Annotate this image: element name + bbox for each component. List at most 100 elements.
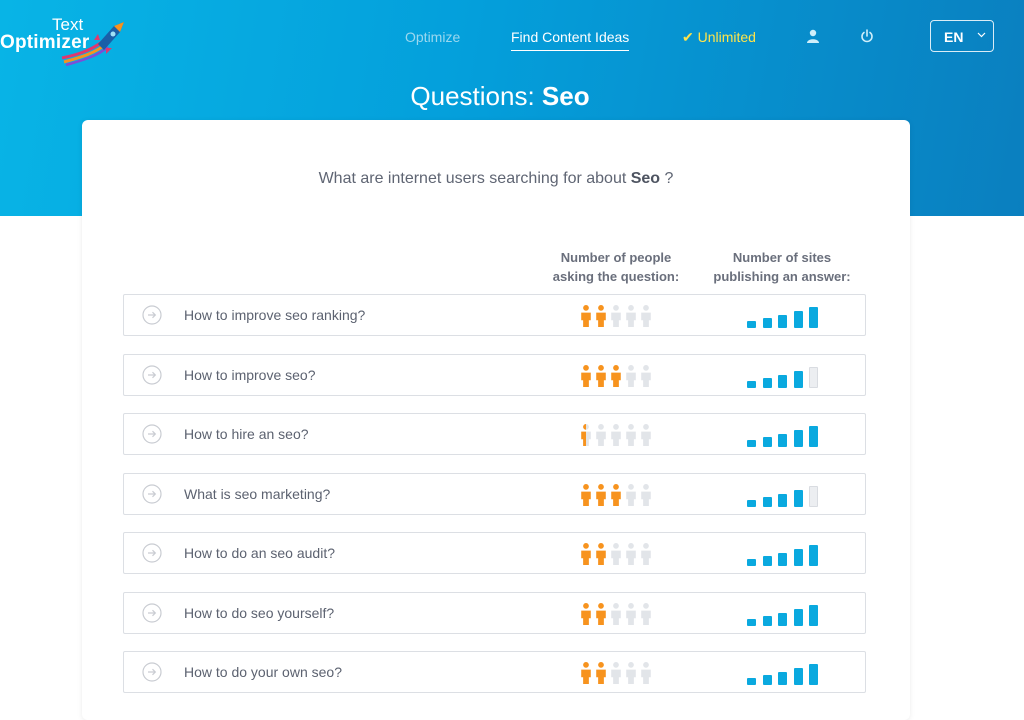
person-icon xyxy=(626,662,636,684)
user-icon[interactable] xyxy=(806,29,820,47)
language-label: EN xyxy=(944,29,964,45)
question-text[interactable]: How to improve seo ranking? xyxy=(184,307,365,323)
question-row[interactable]: What is seo marketing? xyxy=(123,472,866,515)
page-title: Questions: Seo xyxy=(0,80,1000,112)
person-icon xyxy=(626,424,636,446)
arrow-right-circle-icon[interactable] xyxy=(142,662,162,682)
person-icon xyxy=(596,602,606,625)
signal-bar xyxy=(762,318,772,328)
signal-bar xyxy=(809,426,818,447)
person-icon xyxy=(641,424,651,446)
person-icon xyxy=(611,602,621,625)
question-text[interactable]: How to hire an seo? xyxy=(184,426,309,442)
arrow-right-circle-icon[interactable] xyxy=(142,543,162,563)
question-row[interactable]: How to do your own seo? xyxy=(123,651,866,693)
person-icon xyxy=(641,662,651,684)
arrow-right-circle-icon[interactable] xyxy=(142,364,162,385)
signal-bar xyxy=(747,678,756,685)
question-text[interactable]: How to do seo yourself? xyxy=(184,605,334,621)
signal-bar xyxy=(747,380,756,388)
people-count-indicator xyxy=(580,424,660,446)
person-icon xyxy=(626,543,636,565)
question-text[interactable]: How to do your own seo? xyxy=(184,664,342,680)
language-selector[interactable]: EN xyxy=(930,20,994,52)
person-icon xyxy=(626,305,636,327)
signal-bar xyxy=(762,496,772,507)
signal-bar xyxy=(747,618,756,626)
arrow-right-circle-icon[interactable] xyxy=(142,424,162,444)
person-icon xyxy=(641,483,651,506)
nav-unlimited-link[interactable]: ✔ Unlimited xyxy=(682,28,756,46)
person-icon xyxy=(596,305,606,327)
sites-count-indicator xyxy=(747,661,819,685)
question-row[interactable]: How to improve seo ranking? xyxy=(123,294,866,336)
signal-bar xyxy=(809,485,818,507)
person-icon xyxy=(581,424,591,446)
person-icon xyxy=(581,602,591,625)
people-count-indicator xyxy=(580,483,660,506)
question-text[interactable]: How to do an seo audit? xyxy=(184,545,335,561)
card-subtitle: What are internet users searching for ab… xyxy=(82,170,910,188)
person-icon xyxy=(611,305,621,327)
sites-count-indicator xyxy=(747,483,819,507)
signal-bar xyxy=(762,556,772,566)
signal-bar xyxy=(809,366,818,388)
signal-bar xyxy=(793,549,803,566)
signal-bar xyxy=(778,553,787,566)
signal-bar xyxy=(793,668,803,685)
signal-bar xyxy=(778,612,787,626)
signal-bar xyxy=(778,315,787,328)
page-title-keyword: Seo xyxy=(541,81,590,111)
signal-bar xyxy=(793,311,803,328)
person-icon xyxy=(596,424,606,446)
person-icon xyxy=(641,602,651,625)
person-icon xyxy=(611,424,621,446)
column-header-people: Number of people asking the question: xyxy=(537,248,695,286)
question-row[interactable]: How to hire an seo? xyxy=(123,413,866,455)
signal-bar xyxy=(809,604,818,626)
question-text[interactable]: How to improve seo? xyxy=(184,367,316,383)
power-icon[interactable] xyxy=(860,29,874,47)
signal-bar xyxy=(762,615,772,626)
person-icon xyxy=(596,543,606,565)
signal-bar xyxy=(747,559,756,566)
sites-count-indicator xyxy=(747,542,819,566)
person-icon xyxy=(641,543,651,565)
nav-find-content-ideas-link[interactable]: Find Content Ideas xyxy=(511,28,630,51)
column-header-people-line1: Number of people xyxy=(560,250,672,265)
question-text[interactable]: What is seo marketing? xyxy=(184,486,330,502)
column-header-sites-line2: publishing an answer: xyxy=(713,269,851,284)
question-row[interactable]: How to improve seo? xyxy=(123,353,866,396)
person-icon xyxy=(626,483,636,506)
question-row[interactable]: How to do seo yourself? xyxy=(123,591,866,634)
page-title-prefix: Questions: xyxy=(410,81,542,111)
nav-optimize-link[interactable]: Optimize xyxy=(405,28,460,46)
signal-bar xyxy=(809,307,818,328)
questions-card: What are internet users searching for ab… xyxy=(82,120,910,720)
signal-bar xyxy=(747,499,756,507)
person-icon xyxy=(626,602,636,625)
person-icon xyxy=(581,364,591,387)
subtitle-suffix: ? xyxy=(660,170,674,187)
column-header-sites: Number of sites publishing an answer: xyxy=(698,248,866,286)
column-header-people-line2: asking the question: xyxy=(552,269,680,284)
person-icon xyxy=(611,543,621,565)
person-icon xyxy=(581,543,591,565)
signal-bar xyxy=(793,489,803,507)
column-header-sites-line1: Number of sites xyxy=(732,250,832,265)
chevron-down-icon xyxy=(977,32,986,38)
arrow-right-circle-icon[interactable] xyxy=(142,602,162,623)
people-count-indicator xyxy=(580,364,660,387)
signal-bar xyxy=(778,493,787,507)
arrow-right-circle-icon[interactable] xyxy=(142,483,162,504)
arrow-right-circle-icon[interactable] xyxy=(142,305,162,325)
question-row[interactable]: How to do an seo audit? xyxy=(123,532,866,574)
people-count-indicator xyxy=(580,662,660,684)
signal-bar xyxy=(778,374,787,388)
person-icon xyxy=(626,364,636,387)
signal-bar xyxy=(747,321,756,328)
people-count-indicator xyxy=(580,602,660,625)
text-optimizer-logo[interactable]: Text Optimizer xyxy=(0,14,135,66)
person-icon xyxy=(611,662,621,684)
sites-count-indicator xyxy=(747,364,819,388)
